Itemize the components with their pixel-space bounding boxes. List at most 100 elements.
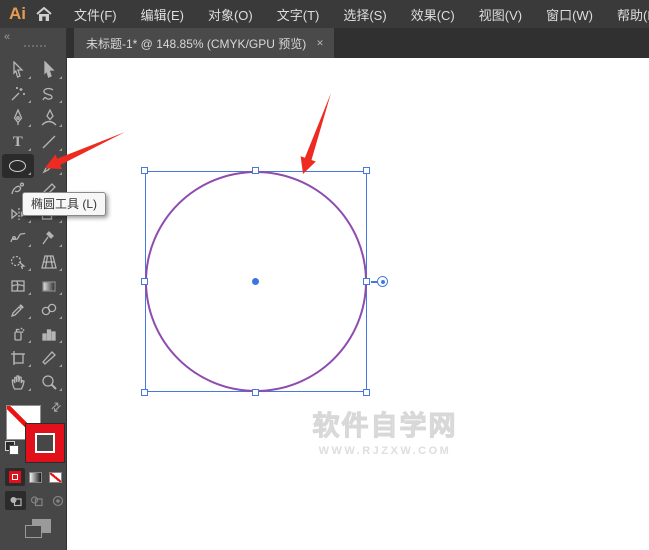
tool-mesh[interactable] — [2, 274, 34, 298]
paint-style-row — [5, 468, 65, 486]
shape-builder-icon — [10, 255, 26, 270]
handle-middle-left[interactable] — [141, 278, 148, 285]
tool-gradient[interactable] — [34, 274, 66, 298]
draw-inside-button[interactable] — [47, 491, 68, 510]
handle-bottom-left[interactable] — [141, 389, 148, 396]
menu-bar: Ai 文件(F) 编辑(E) 对象(O) 文字(T) 选择(S) 效果(C) 视… — [0, 0, 649, 28]
handle-top-right[interactable] — [363, 167, 370, 174]
menu-file[interactable]: 文件(F) — [74, 5, 117, 24]
tool-zoom[interactable] — [34, 370, 66, 394]
document-tab[interactable]: 未标题-1* @ 148.85% (CMYK/GPU 预览) ✕ — [74, 28, 334, 58]
live-shape-widget[interactable] — [377, 276, 388, 287]
tool-puppet-warp[interactable] — [34, 226, 66, 250]
tool-artboard[interactable] — [2, 346, 34, 370]
tools-grid: T — [2, 58, 65, 394]
handle-bottom-center[interactable] — [252, 389, 259, 396]
stroke-swatch-red[interactable] — [25, 423, 65, 463]
mesh-icon — [11, 280, 25, 292]
tool-shape-builder[interactable] — [2, 250, 34, 274]
tool-eyedropper[interactable] — [2, 298, 34, 322]
tool-symbol-sprayer[interactable] — [2, 322, 34, 346]
home-button[interactable] — [36, 0, 52, 28]
tool-lasso[interactable] — [34, 82, 66, 106]
draw-normal-icon — [10, 496, 22, 506]
tool-slice[interactable] — [34, 346, 66, 370]
blend-icon — [42, 303, 57, 316]
menu-select[interactable]: 选择(S) — [343, 5, 386, 24]
home-icon — [36, 6, 52, 21]
menu-view[interactable]: 视图(V) — [479, 5, 522, 24]
tool-paintbrush[interactable] — [34, 154, 66, 178]
column-graph-icon — [42, 329, 56, 341]
draw-normal-button[interactable] — [5, 491, 26, 510]
draw-behind-icon — [30, 495, 43, 506]
gradient-button[interactable] — [25, 468, 45, 486]
app-logo[interactable]: Ai — [0, 4, 36, 24]
illustrator-window: 软件自学网 WWW.RJZXW.COM Ai 文件(F) 编辑(E) 对象(O)… — [0, 0, 649, 550]
handle-middle-right[interactable] — [363, 278, 370, 285]
tools-panel: « T ⇄ — [0, 28, 67, 550]
tool-column-graph[interactable] — [34, 322, 66, 346]
zoom-magnifier-icon — [42, 375, 57, 390]
shape-center-point[interactable] — [252, 278, 259, 285]
tooltip-label: 椭圆工具 (L) — [31, 197, 98, 211]
menu-edit[interactable]: 编辑(E) — [141, 5, 184, 24]
change-screen-mode-button[interactable] — [25, 517, 55, 541]
width-tool-icon — [10, 232, 26, 243]
tool-direct-selection[interactable] — [34, 58, 66, 82]
draw-behind-button[interactable] — [26, 491, 47, 510]
symbol-sprayer-icon — [14, 327, 25, 341]
handle-top-left[interactable] — [141, 167, 148, 174]
gradient-icon — [42, 281, 56, 292]
tool-ellipse[interactable] — [2, 154, 34, 178]
tool-width[interactable] — [2, 226, 34, 250]
tool-curvature[interactable] — [34, 106, 66, 130]
puppet-warp-pin-icon — [42, 231, 55, 245]
menu-window[interactable]: 窗口(W) — [546, 5, 593, 24]
tooltip: 椭圆工具 (L) — [22, 192, 107, 216]
paintbrush-icon — [42, 158, 58, 174]
none-swatch-icon — [48, 471, 62, 483]
none-button[interactable] — [45, 468, 65, 486]
tab-close-icon[interactable]: ✕ — [316, 38, 324, 49]
line-segment-icon — [42, 135, 56, 149]
panel-grip[interactable] — [24, 45, 46, 48]
magic-wand-icon — [11, 87, 25, 101]
document-tab-bar: 未标题-1* @ 148.85% (CMYK/GPU 预览) ✕ — [67, 28, 649, 58]
hand-icon — [11, 375, 25, 390]
draw-inside-icon — [52, 495, 63, 506]
menu-help[interactable]: 帮助(H) — [617, 5, 649, 24]
slice-knife-icon — [42, 351, 57, 365]
menu-object[interactable]: 对象(O) — [208, 5, 253, 24]
handle-bottom-right[interactable] — [363, 389, 370, 396]
handle-top-center[interactable] — [252, 167, 259, 174]
perspective-grid-icon — [41, 255, 58, 269]
tool-line-segment[interactable] — [34, 130, 66, 154]
tool-perspective-grid[interactable] — [34, 250, 66, 274]
panel-collapse-icon[interactable]: « — [4, 31, 10, 43]
color-swatch-icon — [9, 471, 21, 483]
pen-icon — [13, 109, 23, 125]
curvature-pen-icon — [41, 109, 57, 126]
tool-blend[interactable] — [34, 298, 66, 322]
gradient-swatch-icon — [28, 471, 42, 483]
stroke-swatch-hole — [35, 433, 55, 453]
lasso-icon — [42, 87, 54, 101]
tool-pen[interactable] — [2, 106, 34, 130]
menu-effect[interactable]: 效果(C) — [411, 5, 455, 24]
swap-fill-stroke-icon[interactable]: ⇄ — [48, 398, 65, 415]
ellipse-tool-icon — [9, 160, 27, 172]
artboard-icon — [10, 351, 25, 365]
drawing-modes-row — [5, 491, 68, 510]
tool-hand[interactable] — [2, 370, 34, 394]
tool-type[interactable]: T — [2, 130, 34, 154]
menu-type[interactable]: 文字(T) — [277, 5, 320, 24]
tool-selection[interactable] — [2, 58, 34, 82]
main-menu: 文件(F) 编辑(E) 对象(O) 文字(T) 选择(S) 效果(C) 视图(V… — [74, 5, 649, 24]
eyedropper-icon — [10, 304, 24, 318]
tool-magic-wand[interactable] — [2, 82, 34, 106]
selection-arrow-icon — [13, 61, 24, 78]
color-button[interactable] — [5, 468, 25, 486]
canvas-stage: 软件自学网 WWW.RJZXW.COM — [0, 0, 649, 550]
default-fill-stroke-button[interactable] — [5, 441, 21, 457]
